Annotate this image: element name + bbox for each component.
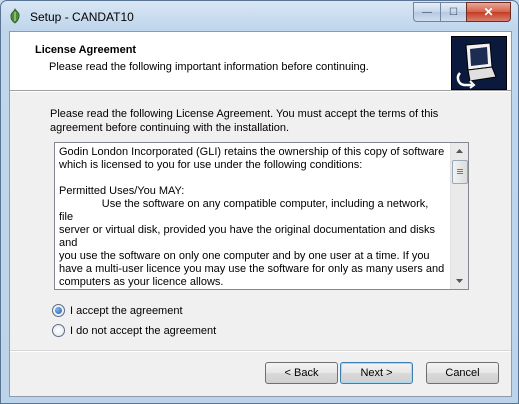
- license-text: Godin London Incorporated (GLI) retains …: [59, 146, 445, 288]
- minimize-button[interactable]: —: [413, 2, 440, 22]
- setup-computer-icon: [451, 36, 507, 90]
- thumb-grip-line: [457, 169, 463, 170]
- scroll-down-button[interactable]: [452, 273, 467, 289]
- decline-radio-button[interactable]: [52, 324, 65, 337]
- maximize-button[interactable]: ☐: [440, 2, 466, 22]
- maximize-icon: ☐: [449, 6, 458, 18]
- wizard-client-area: License Agreement Please read the follow…: [9, 31, 512, 397]
- cancel-button[interactable]: Cancel: [426, 362, 499, 384]
- license-text-box[interactable]: Godin London Incorporated (GLI) retains …: [54, 142, 469, 290]
- caption-buttons: — ☐ ✕: [413, 2, 511, 22]
- next-button[interactable]: Next >: [340, 362, 413, 384]
- accept-radio-button[interactable]: [52, 304, 65, 317]
- scroll-down-arrow-icon: [456, 278, 463, 285]
- close-button[interactable]: ✕: [466, 2, 511, 22]
- close-icon: ✕: [483, 5, 494, 19]
- decline-agreement-option[interactable]: I do not accept the agreement: [52, 324, 216, 337]
- setup-window: Setup - CANDAT10 — ☐ ✕ License Agreement…: [0, 0, 519, 404]
- title-bar[interactable]: Setup - CANDAT10 — ☐ ✕: [1, 1, 518, 31]
- header-separator: [10, 91, 511, 92]
- minimize-icon: —: [422, 6, 432, 18]
- scroll-up-button[interactable]: [452, 143, 467, 159]
- footer-divider: [10, 350, 511, 352]
- license-scrollbar[interactable]: [450, 143, 468, 289]
- page-title: License Agreement: [35, 44, 137, 56]
- scroll-up-arrow-icon: [456, 148, 463, 155]
- setup-app-icon: [8, 8, 22, 24]
- window-title: Setup - CANDAT10: [30, 10, 134, 24]
- decline-label[interactable]: I do not accept the agreement: [70, 325, 216, 337]
- accept-label[interactable]: I accept the agreement: [70, 305, 183, 317]
- accept-agreement-option[interactable]: I accept the agreement: [52, 304, 183, 317]
- page-subtitle: Please read the following important info…: [49, 61, 369, 73]
- back-button[interactable]: < Back: [265, 362, 338, 384]
- thumb-grip-line: [457, 171, 463, 172]
- license-intro-text: Please read the following License Agreem…: [50, 108, 439, 134]
- thumb-grip-line: [457, 173, 463, 174]
- wizard-header: License Agreement Please read the follow…: [10, 32, 511, 91]
- scroll-thumb[interactable]: [452, 160, 468, 184]
